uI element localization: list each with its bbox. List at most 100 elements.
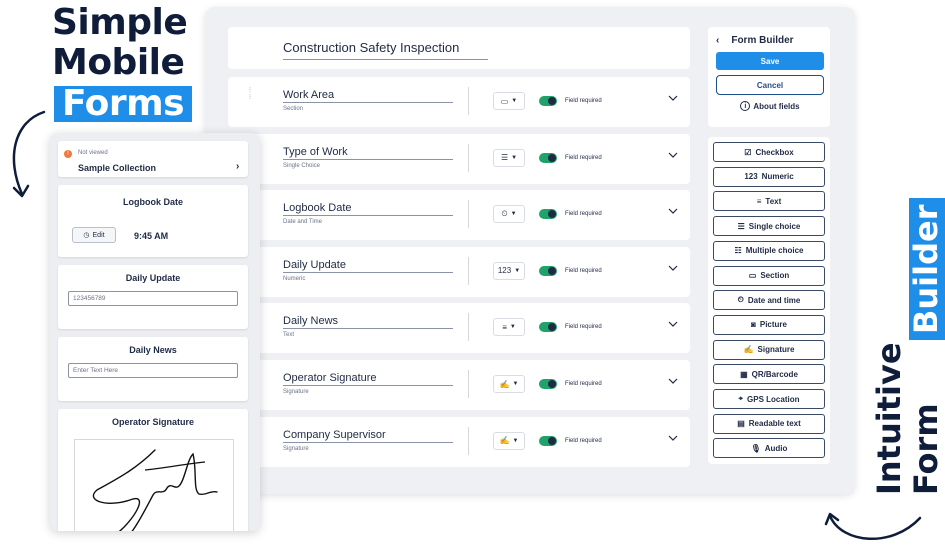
collection-title: Sample Collection: [78, 163, 157, 173]
palette-button-text[interactable]: ≡ Text: [713, 191, 825, 212]
caret-down-icon: ▼: [514, 267, 521, 274]
form-field-row[interactable]: ⁝ ⁝ Work Area Section ▭ ▼ Field required: [228, 77, 690, 127]
required-toggle[interactable]: [539, 96, 557, 106]
edit-label: Edit: [92, 231, 105, 239]
field-title-input[interactable]: Operator Signature: [283, 372, 453, 386]
palette-button-section[interactable]: ▭ Section: [713, 265, 825, 286]
signature-pad[interactable]: [74, 439, 234, 531]
chevron-down-icon[interactable]: [668, 206, 678, 216]
row-divider: [468, 313, 469, 342]
form-field-row[interactable]: Daily Update Numeric 123 ▼ Field required: [228, 246, 690, 297]
chevron-down-icon[interactable]: [668, 263, 678, 273]
palette-button-label: Section: [760, 271, 790, 280]
back-icon[interactable]: ‹: [716, 35, 719, 46]
palette-button-label: QR/Barcode: [751, 369, 798, 379]
text-icon: ≡: [756, 196, 762, 206]
operator-signature-title: Operator Signature: [111, 417, 194, 427]
daily-news-input[interactable]: Enter Text Here: [68, 363, 238, 378]
palette-button-gps-location[interactable]: ⌖ GPS Location: [713, 389, 825, 409]
palette-button-single-choice[interactable]: ☰ Single choice: [713, 216, 825, 237]
save-button[interactable]: Save: [716, 52, 824, 70]
field-type-select[interactable]: ☰ ▼: [493, 148, 525, 167]
numeric-icon: 123: [744, 172, 758, 182]
form-field-row[interactable]: Company Supervisor Signature ✍ ▼ Field requi…: [228, 416, 690, 467]
vertical-title-line-2: Form: [907, 403, 945, 495]
row-divider: [468, 143, 469, 172]
cancel-button[interactable]: Cancel: [716, 75, 824, 95]
field-type-label: Numeric: [283, 275, 306, 282]
caret-down-icon: ▼: [511, 154, 518, 161]
field-type-select[interactable]: ≡ ▼: [493, 318, 525, 337]
chevron-down-icon[interactable]: [668, 319, 678, 329]
palette-button-multiple-choice[interactable]: ☷ Multiple choice: [713, 240, 825, 261]
row-divider: [468, 87, 469, 115]
text-icon: ≡: [502, 322, 507, 332]
chevron-down-icon[interactable]: [668, 433, 678, 443]
required-toggle[interactable]: [539, 435, 557, 446]
required-toggle[interactable]: [539, 379, 557, 389]
field-title-input[interactable]: Daily News: [283, 315, 453, 330]
edit-time-button[interactable]: ◷ Edit: [72, 227, 116, 243]
palette-button-qr-barcode[interactable]: ▦ QR/Barcode: [713, 364, 825, 385]
info-icon: i: [740, 101, 751, 111]
form-field-row[interactable]: Daily News Text ≡ ▼ Field required: [228, 303, 690, 354]
drag-handle-icon[interactable]: ⁝ ⁝: [246, 87, 254, 101]
palette-button-signature[interactable]: ✍ Signature: [713, 339, 825, 360]
field-title-input[interactable]: Work Area: [283, 89, 453, 103]
collection-card[interactable]: ! Not viewed Sample Collection ›: [58, 141, 248, 177]
field-title-input[interactable]: Type of Work: [283, 146, 453, 160]
field-required-label: Field required: [565, 267, 602, 274]
required-toggle[interactable]: [539, 209, 557, 220]
curved-arrow-left-icon: [12, 110, 46, 198]
required-toggle[interactable]: [539, 152, 557, 163]
field-type-select[interactable]: 123 ▼: [493, 261, 525, 280]
field-type-select[interactable]: ✍ ▼: [493, 431, 525, 450]
daily-update-card: Daily Update 123456789: [58, 265, 248, 329]
field-type-select[interactable]: ▭ ▼: [493, 92, 525, 110]
row-divider: [468, 200, 469, 229]
palette-button-readable-text[interactable]: ▤ Readable text: [713, 413, 825, 434]
daily-news-title: Daily News: [129, 345, 177, 355]
logbook-date-card: Logbook Date ◷ Edit 9:45 AM: [58, 185, 248, 257]
form-title-input[interactable]: Construction Safety Inspection: [283, 40, 488, 60]
signature-icon: ✍: [499, 436, 510, 446]
palette-button-label: Multiple choice: [745, 246, 804, 256]
stage: Simple Mobile Forms Intuitive Form Build…: [0, 0, 945, 550]
required-toggle[interactable]: [539, 322, 557, 333]
field-type-select[interactable]: ✍ ▼: [493, 375, 525, 393]
palette-button-label: Date and time: [747, 295, 801, 305]
field-type-select[interactable]: ⏲ ▼: [493, 205, 525, 224]
palette-button-label: Checkbox: [755, 147, 794, 157]
palette-button-label: Picture: [759, 320, 787, 330]
time-value: 9:45 AM: [134, 231, 169, 241]
field-title-input[interactable]: Logbook Date: [283, 202, 453, 217]
daily-update-input[interactable]: 123456789: [68, 291, 238, 306]
form-field-row[interactable]: Type of Work Single Choice ☰ ▼ Field require…: [228, 133, 690, 184]
vertical-title-line-3: Builder: [907, 198, 945, 340]
chevron-right-icon[interactable]: ›: [236, 161, 239, 172]
field-type-label: Section: [283, 106, 304, 112]
single-choice-icon: ☰: [737, 221, 745, 231]
palette-button-label: Numeric: [761, 172, 794, 182]
field-type-label: Text: [283, 332, 295, 339]
palette-button-date-and-time[interactable]: ⏲ Date and time: [713, 290, 825, 311]
palette-button-picture[interactable]: ◙ Picture: [713, 314, 825, 335]
palette-button-audio[interactable]: 🎙 Audio: [713, 438, 825, 459]
chevron-down-icon[interactable]: [668, 376, 678, 386]
chevron-down-icon[interactable]: [668, 150, 678, 160]
form-field-row[interactable]: Operator Signature Signature ✍ ▼ Field requi…: [228, 360, 690, 410]
curved-arrow-right-icon: [824, 512, 922, 540]
palette-button-checkbox[interactable]: ☑ Checkbox: [713, 142, 825, 162]
field-required-label: Field required: [565, 324, 602, 331]
field-title-input[interactable]: Company Supervisor: [283, 429, 453, 443]
date-time-icon: ⏲: [501, 209, 508, 219]
about-fields-link[interactable]: i About fields: [716, 101, 824, 111]
palette-button-label: GPS Location: [747, 394, 800, 404]
palette-button-numeric[interactable]: 123 Numeric: [713, 166, 825, 187]
form-field-row[interactable]: Logbook Date Date and Time ⏲ ▼ Field require…: [228, 190, 690, 241]
field-title-input[interactable]: Daily Update: [283, 259, 453, 273]
chevron-down-icon[interactable]: [668, 93, 678, 103]
required-toggle[interactable]: [539, 265, 557, 276]
field-type-label: Date and Time: [283, 219, 323, 226]
form-builder-window: Construction Safety Inspection ⁝ ⁝ Work Ar…: [205, 7, 855, 494]
